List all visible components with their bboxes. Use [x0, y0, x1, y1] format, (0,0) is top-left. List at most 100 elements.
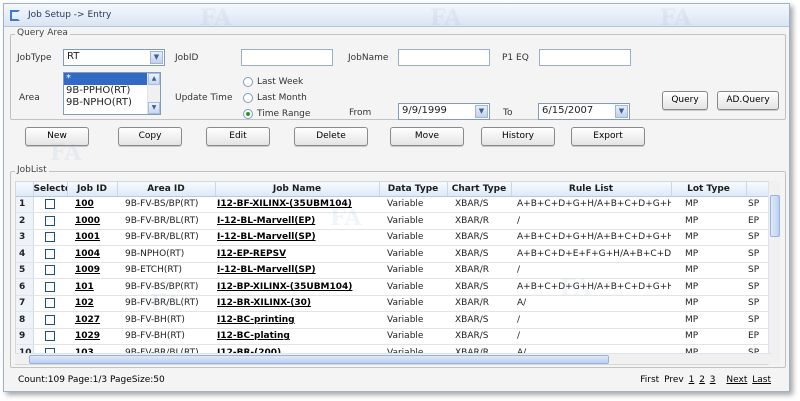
data-type-cell: Variable — [379, 245, 447, 263]
new-button[interactable]: New — [25, 127, 89, 146]
radio-time-range[interactable] — [243, 109, 253, 119]
job-name-link[interactable]: I-12-BL-Marvell(EP) — [217, 216, 315, 226]
job-name-link[interactable]: I12-BC-printing — [217, 315, 295, 325]
job-id-link[interactable]: 100 — [75, 199, 94, 209]
table-row[interactable]: 7 102 9B-FV-BR/BL(RT) I12-BR-XILINX-(30) Var… — [16, 295, 778, 312]
table-row[interactable]: 4 1004 9B-NPHO(RT) I12-EP-REPSV Variable XBAR… — [16, 245, 778, 263]
move-button[interactable]: Move — [390, 127, 464, 146]
table-row[interactable]: 3 1001 9B-FV-BR/BL(RT) I-12-BL-Marvell(SP) V… — [16, 229, 778, 246]
pager-page-3[interactable]: 3 — [710, 375, 716, 385]
data-type-cell: Variable — [379, 328, 447, 345]
job-id-cell: 1004 — [67, 245, 117, 263]
table-row[interactable]: 2 1000 9B-FV-BR/BL(RT) I-12-BL-Marvell(EP) V… — [16, 212, 778, 230]
window-icon — [10, 10, 20, 21]
chevron-down-icon[interactable]: ▼ — [615, 105, 628, 118]
jobtype-value: RT — [67, 51, 80, 62]
area-option[interactable]: * — [64, 73, 160, 85]
column-header-select[interactable]: Selecte — [33, 182, 68, 197]
column-header-rule-list[interactable]: Rule List — [511, 182, 672, 197]
grid-horizontal-scrollbar[interactable] — [15, 353, 771, 364]
jobname-label: JobName — [348, 53, 389, 63]
row-select-checkbox[interactable] — [45, 314, 56, 325]
area-option[interactable]: 9B-PPHO(RT) — [64, 85, 160, 97]
jobid-input[interactable] — [241, 49, 333, 66]
grid-vertical-scrollbar[interactable] — [768, 181, 780, 365]
row-select-checkbox[interactable] — [45, 298, 56, 308]
chevron-down-icon[interactable]: ▼ — [150, 51, 163, 64]
pager-last[interactable]: Last — [752, 375, 771, 385]
radio-last-week[interactable] — [243, 77, 253, 87]
lot-type-cell: MP — [671, 278, 746, 296]
from-date-select[interactable]: 9/9/1999 ▼ — [398, 103, 490, 120]
row-select-checkbox[interactable] — [45, 232, 56, 242]
job-id-link[interactable]: 1004 — [75, 249, 100, 259]
table-row[interactable]: 8 1027 9B-FV-BH(RT) I12-BC-printing Variable… — [16, 311, 778, 329]
column-header-chart-type[interactable]: Chart Type — [447, 182, 512, 197]
pager-page-1[interactable]: 1 — [689, 375, 695, 385]
ad-query-button[interactable]: AD.Query — [717, 91, 779, 110]
job-name-link[interactable]: I12-BR-XILINX-(30) — [217, 298, 311, 308]
jobname-input[interactable] — [398, 49, 490, 66]
column-header-job-id[interactable]: Job ID — [67, 182, 118, 197]
job-name-link[interactable]: I-12-BL-Marvell(SP) — [217, 232, 316, 242]
row-select-checkbox[interactable] — [45, 248, 56, 259]
job-id-link[interactable]: 1029 — [75, 331, 100, 341]
job-id-cell: 101 — [67, 278, 117, 296]
copy-button[interactable]: Copy — [118, 127, 182, 146]
job-id-cell: 1001 — [67, 229, 117, 246]
table-row[interactable]: 1 100 9B-FV-BS/BP(RT) I12-BF-XILINX-(35UBM1… — [16, 196, 778, 213]
column-header-job-name[interactable]: Job Name — [215, 182, 380, 197]
p1eq-input[interactable] — [539, 49, 631, 66]
jobtype-select[interactable]: RT ▼ — [63, 49, 165, 66]
job-id-link[interactable]: 1009 — [75, 265, 100, 275]
job-name-link[interactable]: I-12-BL-Marvell(SP) — [217, 265, 316, 275]
table-row[interactable]: 6 101 9B-FV-BS/BP(RT) I12-BP-XILINX-(35UBM1… — [16, 278, 778, 296]
column-header-data-type[interactable]: Data Type — [379, 182, 448, 197]
delete-button[interactable]: Delete — [294, 127, 368, 146]
row-number: 8 — [16, 311, 34, 329]
edit-button[interactable]: Edit — [206, 127, 270, 146]
job-name-link[interactable]: I12-BC-plating — [217, 331, 290, 341]
arrow-up-icon[interactable]: ▲ — [148, 73, 160, 85]
job-id-link[interactable]: 1001 — [75, 232, 100, 242]
pager-page-2[interactable]: 2 — [699, 375, 705, 385]
row-select-checkbox[interactable] — [45, 281, 56, 292]
arrow-down-icon[interactable]: ▼ — [148, 102, 160, 114]
job-id-link[interactable]: 101 — [75, 282, 94, 292]
job-id-link[interactable]: 102 — [75, 298, 94, 308]
job-id-link[interactable]: 1027 — [75, 315, 100, 325]
grid-horizontal-scroll-thumb[interactable] — [29, 355, 609, 364]
history-button[interactable]: History — [481, 127, 555, 146]
column-header-lot-type[interactable]: Lot Type — [671, 182, 747, 197]
row-number: 9 — [16, 328, 34, 345]
chart-type-cell: XBAR/S — [447, 311, 511, 329]
chevron-down-icon[interactable]: ▼ — [475, 105, 488, 118]
pager-next[interactable]: Next — [726, 375, 747, 385]
rule-list-cell: A+B+C+D+G+H/A+B+C+D+G+H — [511, 196, 671, 213]
job-id-cell: 1029 — [67, 328, 117, 345]
job-name-link[interactable]: I12-BF-XILINX-(35UBM104) — [217, 199, 352, 209]
query-button[interactable]: Query — [662, 91, 708, 110]
row-select-checkbox[interactable] — [45, 215, 56, 226]
row-select-checkbox[interactable] — [45, 199, 56, 209]
job-name-link[interactable]: I12-EP-REPSV — [217, 249, 286, 259]
radio-last-month[interactable] — [243, 93, 253, 103]
export-button[interactable]: Export — [571, 127, 645, 146]
rule-list-cell: A+B+C+D+E+F+G+H/A+B+C+D+ — [511, 245, 671, 263]
job-name-link[interactable]: I12-BP-XILINX-(35UBM104) — [217, 282, 352, 292]
column-header-area-id[interactable]: Area ID — [117, 182, 216, 197]
table-row[interactable]: 9 1029 9B-FV-BH(RT) I12-BC-plating Variable X… — [16, 328, 778, 345]
to-date-select[interactable]: 6/15/2007 ▼ — [538, 103, 630, 120]
grid-vertical-scroll-thumb[interactable] — [770, 195, 780, 237]
data-type-cell: Variable — [379, 196, 447, 213]
area-listbox-scrollbar[interactable]: ▲ ▼ — [147, 73, 160, 114]
chart-type-cell: XBAR/S — [447, 229, 511, 246]
lot-type-cell: MP — [671, 295, 746, 312]
area-listbox[interactable]: * 9B-PPHO(RT) 9B-NPHO(RT) ▲ ▼ — [63, 72, 161, 115]
area-id-cell: 9B-FV-BS/BP(RT) — [117, 278, 215, 296]
area-option[interactable]: 9B-NPHO(RT) — [64, 97, 160, 109]
row-select-checkbox[interactable] — [45, 331, 56, 341]
row-select-checkbox[interactable] — [45, 265, 56, 275]
job-id-link[interactable]: 1000 — [75, 216, 100, 226]
table-row[interactable]: 5 1009 9B-ETCH(RT) I-12-BL-Marvell(SP) Varia… — [16, 262, 778, 279]
